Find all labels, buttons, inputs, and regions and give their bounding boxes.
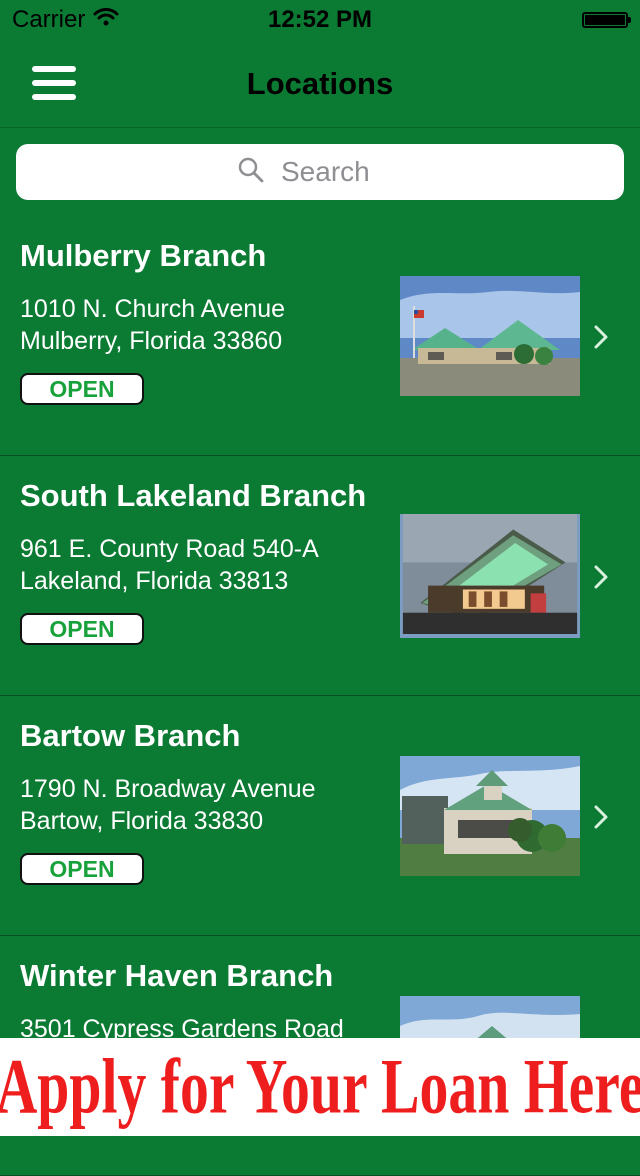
location-row-bartow[interactable]: Bartow Branch 1790 N. Broadway Avenue Ba… <box>0 696 640 936</box>
location-row-south-lakeland[interactable]: South Lakeland Branch 961 E. County Road… <box>0 456 640 696</box>
branch-photo <box>400 276 580 396</box>
address-line-1: 961 E. County Road 540-A <box>20 535 319 563</box>
search-icon <box>237 156 265 189</box>
status-time: 12:52 PM <box>267 6 373 33</box>
chevron-right-icon[interactable] <box>592 323 610 351</box>
branch-address: 1010 N. Church Avenue Mulberry, Florida … <box>20 293 285 357</box>
address-line-2: Mulberry, Florida 33860 <box>20 327 283 355</box>
branch-name: Winter Haven Branch <box>20 958 334 993</box>
branch-photo <box>400 756 580 876</box>
battery-level <box>585 15 625 25</box>
banner-text: Apply for Your Loan Here <box>0 1043 640 1130</box>
apply-loan-banner[interactable]: Apply for Your Loan Here <box>0 1038 640 1136</box>
branch-address: 961 E. County Road 540-A Lakeland, Flori… <box>20 533 319 597</box>
address-line-2: Bartow, Florida 33830 <box>20 807 264 835</box>
battery-icon <box>582 12 631 28</box>
search-bar[interactable] <box>16 144 624 200</box>
navigation-bar: Locations <box>0 40 640 128</box>
status-badge: OPEN <box>20 373 144 405</box>
address-line-2: Lakeland, Florida 33813 <box>20 567 289 595</box>
location-row-mulberry[interactable]: Mulberry Branch 1010 N. Church Avenue Mu… <box>0 216 640 456</box>
locations-list: Mulberry Branch 1010 N. Church Avenue Mu… <box>0 216 640 1176</box>
page-title: Locations <box>246 66 394 101</box>
branch-name: Bartow Branch <box>20 718 241 753</box>
address-line-1: 1010 N. Church Avenue <box>20 295 286 323</box>
branch-name: Mulberry Branch <box>20 238 267 273</box>
search-input[interactable] <box>279 155 403 189</box>
status-bar: Carrier 12:52 PM <box>0 0 640 40</box>
branch-address: 1790 N. Broadway Avenue Bartow, Florida … <box>20 773 316 837</box>
address-line-1: 1790 N. Broadway Avenue <box>20 775 316 803</box>
status-badge: OPEN <box>20 853 144 885</box>
chevron-right-icon[interactable] <box>592 563 610 591</box>
branch-name: South Lakeland Branch <box>20 478 367 513</box>
branch-photo <box>400 514 580 638</box>
status-badge: OPEN <box>20 613 144 645</box>
chevron-right-icon[interactable] <box>592 803 610 831</box>
